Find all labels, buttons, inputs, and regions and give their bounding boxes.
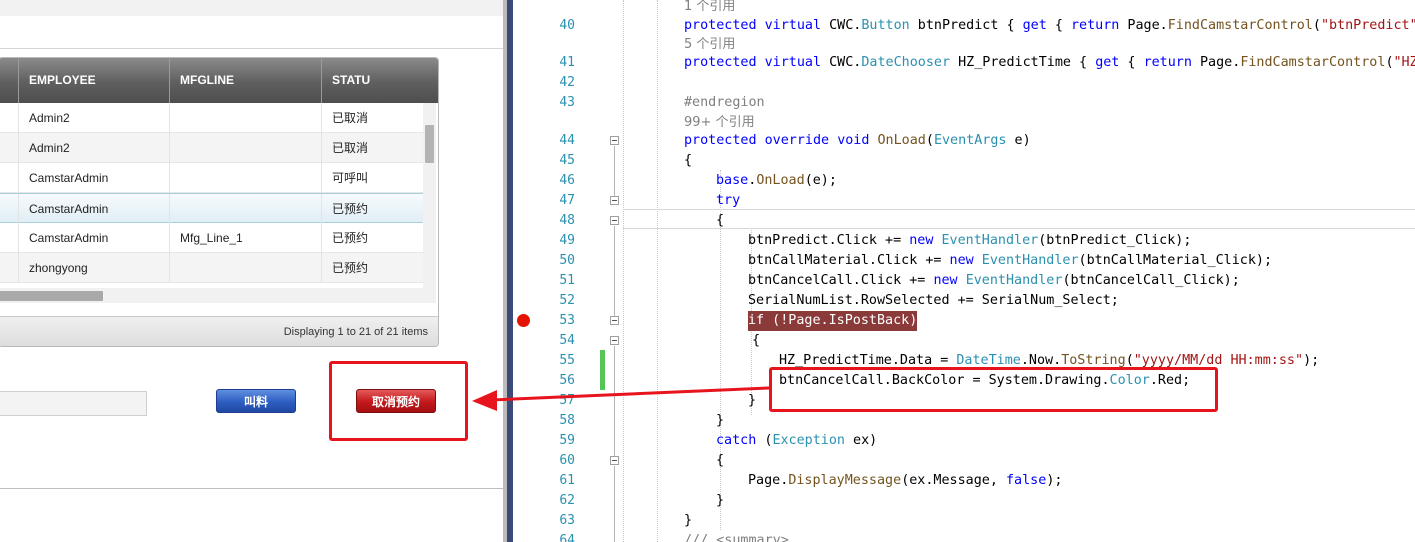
annotation-arrow-icon xyxy=(472,386,770,411)
